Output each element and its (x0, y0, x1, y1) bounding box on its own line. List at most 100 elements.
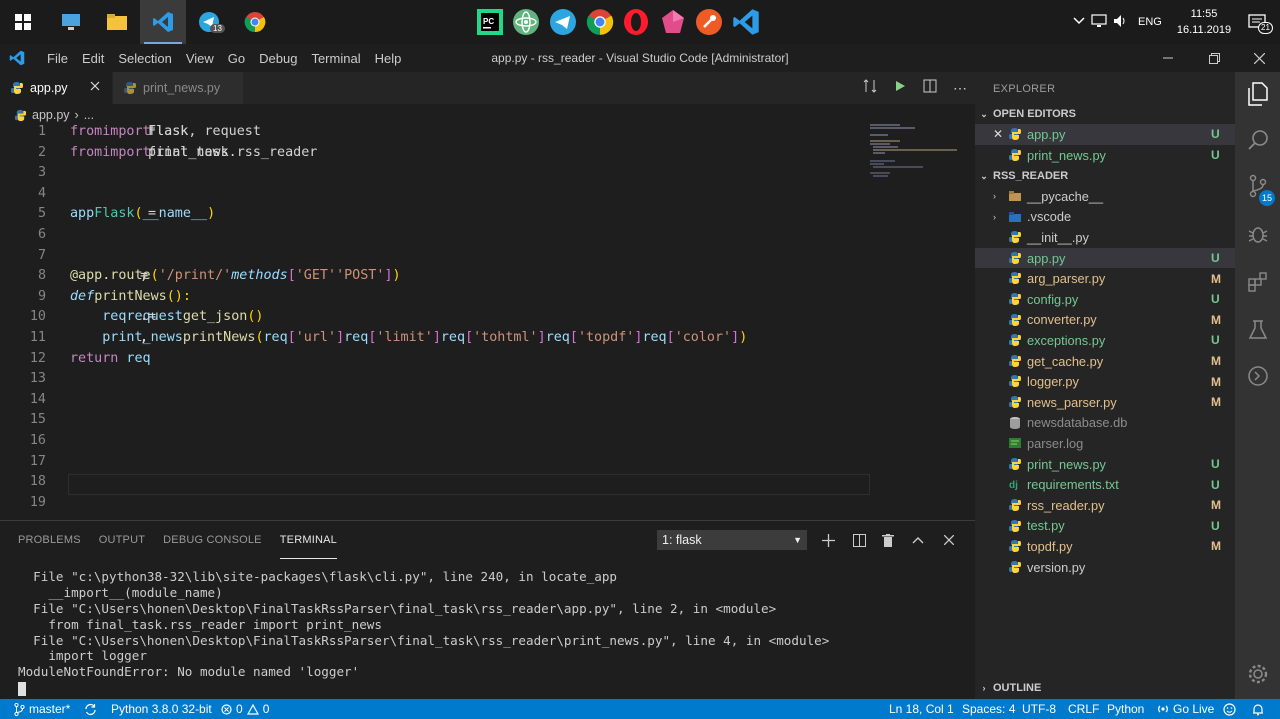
windows-start-button[interactable] (0, 0, 46, 44)
tab-problems[interactable]: PROBLEMS (18, 521, 81, 559)
tab-debug-console[interactable]: DEBUG CONSOLE (163, 521, 262, 559)
file-tree-item[interactable]: topdf.py M (975, 536, 1235, 557)
taskbar-chrome-2-button[interactable] (583, 4, 617, 40)
minimap[interactable] (870, 124, 975, 520)
file-tree-item[interactable]: config.py U (975, 289, 1235, 310)
volume-icon[interactable] (1110, 14, 1130, 31)
folder-section-rss-reader[interactable]: ⌄ RSS_READER (975, 165, 1235, 187)
open-editor-item[interactable]: print_news.py U (975, 145, 1235, 166)
language-mode-item[interactable]: Python (1107, 699, 1144, 719)
taskbar-file-explorer-button[interactable] (94, 0, 140, 44)
go-live-button[interactable]: Go Live (1157, 699, 1214, 719)
manage-activity-button[interactable] (1235, 652, 1280, 696)
notifications-button[interactable] (1252, 699, 1264, 719)
file-tree-item[interactable]: dj requirements.txt U (975, 474, 1235, 495)
taskbar-atom-button[interactable] (509, 4, 543, 40)
file-tree-item[interactable]: get_cache.py M (975, 351, 1235, 372)
debug-activity-button[interactable] (1235, 212, 1280, 256)
open-editors-section[interactable]: ⌄ OPEN EDITORS (975, 103, 1235, 125)
file-tree-item[interactable]: news_parser.py M (975, 392, 1235, 413)
close-editor-icon[interactable]: ✕ (993, 127, 1003, 141)
problems-item[interactable]: 0 0 (221, 699, 269, 719)
extensions-activity-button[interactable] (1235, 260, 1280, 304)
close-panel-button[interactable] (938, 530, 960, 550)
tab-print-news-py[interactable]: print_news.py (113, 72, 243, 104)
menu-edit[interactable]: Edit (75, 51, 111, 66)
explorer-activity-button[interactable] (1235, 72, 1280, 116)
file-tree-item[interactable]: rss_reader.py M (975, 495, 1235, 516)
taskbar-gem-app-button[interactable] (656, 4, 690, 40)
menu-help[interactable]: Help (368, 51, 409, 66)
outline-section[interactable]: › OUTLINE (975, 677, 1235, 699)
split-editor-icon[interactable] (915, 79, 945, 98)
close-window-button[interactable] (1237, 44, 1280, 72)
testing-activity-button[interactable] (1235, 308, 1280, 352)
feedback-button[interactable] (1223, 699, 1236, 719)
taskbar-vscode-2-button[interactable] (729, 4, 763, 40)
file-tree-item[interactable]: › .vscode (975, 207, 1235, 228)
taskbar-telegram-2-button[interactable] (546, 4, 580, 40)
chevron-up-icon[interactable] (1070, 16, 1088, 28)
taskbar-postman-button[interactable] (692, 4, 726, 40)
file-tree-item[interactable]: print_news.py U (975, 454, 1235, 475)
file-tree-item[interactable]: arg_parser.py M (975, 268, 1235, 289)
kill-terminal-button[interactable] (877, 530, 899, 550)
terminal-select-value: 1: flask (662, 533, 702, 547)
file-tree-item[interactable]: exceptions.py U (975, 330, 1235, 351)
maximize-panel-button[interactable] (907, 530, 929, 550)
source-control-activity-button[interactable]: 15 (1235, 164, 1280, 208)
run-file-icon[interactable] (885, 79, 915, 97)
python-interpreter-item[interactable]: Python 3.8.0 32-bit (111, 699, 212, 719)
tab-app-py[interactable]: app.py (0, 72, 112, 104)
code-editor[interactable]: 1 from flask import Flask, request 2 from f… (0, 124, 870, 520)
taskbar-chrome-button[interactable] (232, 0, 278, 44)
notification-center-button[interactable]: 21 (1234, 0, 1280, 44)
breadcrumb-more[interactable]: ... (84, 108, 94, 122)
terminal-select[interactable]: 1: flask ▼ (657, 530, 807, 550)
more-actions-icon[interactable]: ⋯ (945, 80, 975, 97)
network-icon[interactable] (1088, 13, 1110, 31)
language-indicator[interactable]: ENG (1138, 16, 1162, 28)
split-terminal-button[interactable] (848, 530, 870, 550)
sync-button[interactable] (84, 699, 97, 719)
taskbar-pycharm-button[interactable]: PC (473, 4, 507, 40)
eol-item[interactable]: CRLF (1068, 699, 1099, 719)
open-editor-item[interactable]: ✕ app.py U (975, 124, 1235, 145)
file-tree-item[interactable]: parser.log (975, 433, 1235, 454)
taskbar-this-pc-button[interactable] (48, 0, 94, 44)
file-tree-item[interactable]: test.py U (975, 516, 1235, 537)
file-tree-item[interactable]: version.py (975, 557, 1235, 578)
tab-output[interactable]: OUTPUT (99, 521, 145, 559)
menu-view[interactable]: View (179, 51, 221, 66)
search-activity-button[interactable] (1235, 118, 1280, 162)
indentation-item[interactable]: Spaces: 4 (962, 699, 1015, 719)
tab-terminal[interactable]: TERMINAL (279, 521, 337, 559)
new-terminal-button[interactable] (817, 530, 839, 550)
file-tree-item[interactable]: logger.py M (975, 371, 1235, 392)
taskbar-vscode-button[interactable] (140, 0, 186, 44)
taskbar-clock[interactable]: 11:55 16.11.2019 (1174, 6, 1234, 38)
menu-terminal[interactable]: Terminal (304, 51, 367, 66)
file-tree-item[interactable]: newsdatabase.db (975, 413, 1235, 434)
close-tab-icon[interactable] (90, 80, 100, 94)
taskbar-telegram-button[interactable]: 13 (186, 0, 232, 44)
menu-go[interactable]: Go (221, 51, 252, 66)
file-tree-item[interactable]: › __pycache__ (975, 186, 1235, 207)
live-share-activity-button[interactable] (1235, 354, 1280, 398)
code-line: 9 def printNews(): (0, 289, 870, 310)
menu-file[interactable]: File (40, 51, 75, 66)
cursor-position-item[interactable]: Ln 18, Col 1 (889, 699, 954, 719)
git-branch-item[interactable]: master* (14, 699, 70, 719)
file-tree-item[interactable]: __init__.py (975, 227, 1235, 248)
compare-changes-icon[interactable] (855, 78, 885, 98)
terminal-output[interactable]: File "c:\python38-32\lib\site-packages\f… (18, 569, 958, 696)
file-tree-item[interactable]: app.py U (975, 247, 1235, 269)
taskbar-opera-button[interactable] (619, 4, 653, 40)
encoding-item[interactable]: UTF-8 (1022, 699, 1056, 719)
file-tree-item[interactable]: converter.py M (975, 310, 1235, 331)
minimize-button[interactable] (1146, 44, 1190, 72)
maximize-button[interactable] (1192, 44, 1236, 72)
menu-debug[interactable]: Debug (252, 51, 304, 66)
breadcrumb-file[interactable]: app.py (32, 108, 70, 122)
menu-selection[interactable]: Selection (111, 51, 178, 66)
